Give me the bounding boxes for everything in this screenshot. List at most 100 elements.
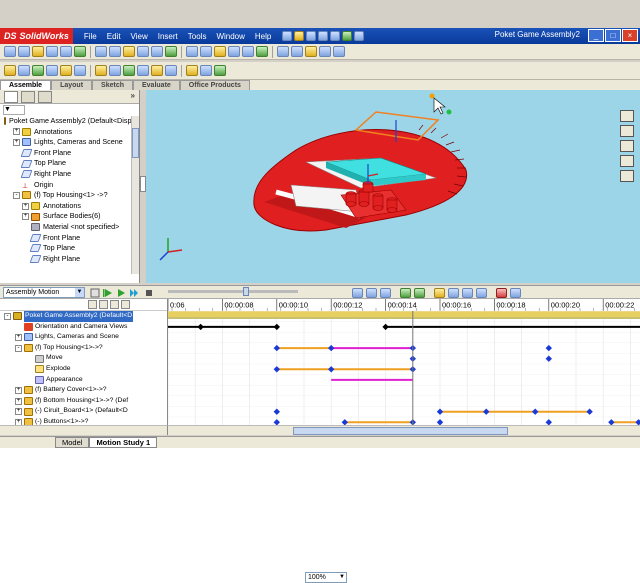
- add-key-icon[interactable]: [414, 288, 425, 298]
- timeline-canvas[interactable]: 0:06 00:00:08 00:00:10 00:00:12 00:00:14 00:0…: [168, 299, 640, 425]
- top-housing-key[interactable]: [273, 344, 280, 352]
- tree-item[interactable]: ⊥ Origin: [0, 180, 139, 191]
- tab-motion-study-1[interactable]: Motion Study 1: [89, 437, 158, 448]
- collapse-icon[interactable]: -: [13, 191, 20, 199]
- open-icon[interactable]: [294, 31, 305, 41]
- expand-icon[interactable]: +: [15, 386, 22, 394]
- tree-horizontal-scrollbar[interactable]: [0, 425, 168, 435]
- circuit-board-key[interactable]: [532, 408, 539, 415]
- timeline-horizontal-scrollbar[interactable]: [168, 425, 640, 435]
- folder-icon[interactable]: [620, 140, 634, 152]
- tree-item[interactable]: Top Plane: [0, 158, 139, 169]
- minimize-button[interactable]: _: [588, 29, 604, 42]
- smart-mates-icon[interactable]: [18, 46, 30, 57]
- component-pattern-icon[interactable]: [60, 46, 72, 57]
- circuit-board-key[interactable]: [483, 408, 490, 415]
- reference-geometry-icon[interactable]: [137, 46, 149, 57]
- section-view-icon[interactable]: [305, 46, 317, 57]
- filter-driving-icon[interactable]: [99, 300, 108, 309]
- calculate-icon[interactable]: [90, 288, 100, 298]
- zoom-in-icon[interactable]: [366, 288, 377, 298]
- play-speed-icon[interactable]: [129, 288, 139, 298]
- tree-item[interactable]: + Annotations: [0, 127, 139, 138]
- top-housing-key[interactable]: [545, 344, 552, 352]
- tree-item[interactable]: Poket Game Assembly2 (Default<Display St…: [0, 116, 139, 127]
- filter-selected-icon[interactable]: [110, 300, 119, 309]
- motor-icon[interactable]: [434, 288, 445, 298]
- tab-assemble[interactable]: Assemble: [0, 80, 52, 90]
- new-icon[interactable]: [282, 31, 293, 41]
- motion-tree-item[interactable]: + Lights, Cameras and Scene: [0, 332, 167, 343]
- configuration-manager-tab-icon[interactable]: [38, 90, 52, 103]
- circuit-board-key[interactable]: [273, 408, 280, 415]
- exploded-view-icon[interactable]: [186, 46, 198, 57]
- timeline-area[interactable]: 0:06 00:00:08 00:00:10 00:00:12 00:00:14 00:0…: [168, 299, 640, 425]
- appearances-icon[interactable]: [620, 170, 634, 182]
- graphics-viewport[interactable]: [146, 90, 640, 283]
- tab-model[interactable]: Model: [55, 437, 90, 448]
- new-motion-study-icon[interactable]: [151, 46, 163, 57]
- smart-fasteners-icon[interactable]: [74, 46, 86, 57]
- mirror-icon[interactable]: [151, 65, 163, 76]
- tree-item[interactable]: Right Plane: [0, 254, 139, 265]
- circuit-board-key[interactable]: [436, 408, 444, 415]
- rebuild-icon[interactable]: [342, 31, 353, 41]
- menu-window[interactable]: Window: [211, 32, 249, 41]
- tree-item[interactable]: + Surface Bodies(6): [0, 211, 139, 222]
- motion-tree-item[interactable]: + (f) Bottom Housing<1>->? (Def: [0, 396, 167, 407]
- tree-item[interactable]: Front Plane: [0, 148, 139, 159]
- rotate-view-icon[interactable]: [333, 46, 345, 57]
- tree-item[interactable]: + Lights, Cameras and Scene: [0, 137, 139, 148]
- motion-tree-item[interactable]: + (-) Buttons<1>->?: [0, 417, 167, 425]
- filter-results-icon[interactable]: [121, 300, 130, 309]
- zoom-to-fit-icon[interactable]: [319, 46, 331, 57]
- menu-help[interactable]: Help: [250, 32, 276, 41]
- expand-icon[interactable]: +: [15, 333, 22, 341]
- playback-slider[interactable]: [168, 287, 298, 296]
- feature-manager-tab-icon[interactable]: [4, 90, 18, 103]
- property-manager-tab-icon[interactable]: [21, 90, 35, 103]
- measure-icon[interactable]: [256, 46, 268, 57]
- sketch-icon[interactable]: [4, 65, 16, 76]
- scroll-thumb[interactable]: [132, 128, 139, 158]
- orientation-key[interactable]: [273, 323, 280, 331]
- tree-item[interactable]: Right Plane: [0, 169, 139, 180]
- menu-file[interactable]: File: [79, 32, 102, 41]
- menu-view[interactable]: View: [126, 32, 153, 41]
- maximize-button[interactable]: □: [605, 29, 621, 42]
- mate-icon[interactable]: [46, 46, 58, 57]
- insert-component-icon[interactable]: [32, 46, 44, 57]
- arc-icon[interactable]: [74, 65, 86, 76]
- smart-dimension-icon[interactable]: [18, 65, 30, 76]
- timeline-scroll-thumb[interactable]: [293, 427, 508, 435]
- point-icon[interactable]: [109, 65, 121, 76]
- results-icon[interactable]: [496, 288, 507, 298]
- chevron-right-icon[interactable]: »: [131, 91, 135, 103]
- rectangle-icon[interactable]: [46, 65, 58, 76]
- study-properties-icon[interactable]: [510, 288, 521, 298]
- tree-item[interactable]: + Annotations: [0, 201, 139, 212]
- expand-icon[interactable]: +: [15, 408, 22, 416]
- expand-icon[interactable]: +: [22, 213, 29, 221]
- hole-alignment-icon[interactable]: [242, 46, 254, 57]
- menu-insert[interactable]: Insert: [153, 32, 183, 41]
- save-icon[interactable]: [306, 31, 317, 41]
- expand-icon[interactable]: +: [15, 397, 22, 405]
- show-hidden-icon[interactable]: [109, 46, 121, 57]
- playback-slider-knob[interactable]: [243, 287, 249, 296]
- top-housing-key[interactable]: [328, 344, 335, 352]
- explode-line-sketch-icon[interactable]: [200, 46, 212, 57]
- filter-dropdown[interactable]: ▼: [3, 105, 25, 115]
- circuit-board-key[interactable]: [586, 408, 593, 415]
- print-icon[interactable]: [318, 31, 329, 41]
- quick-snaps-icon[interactable]: [214, 65, 226, 76]
- options-icon[interactable]: [354, 31, 365, 41]
- mass-properties-icon[interactable]: [277, 46, 289, 57]
- undo-icon[interactable]: [330, 31, 341, 41]
- view-palette-icon[interactable]: [620, 155, 634, 167]
- motion-tree-item[interactable]: - Poket Game Assembly2 (Default<D: [0, 311, 167, 322]
- explode-key[interactable]: [328, 366, 335, 373]
- feature-tree-scrollbar[interactable]: [131, 116, 139, 274]
- orientation-key[interactable]: [197, 323, 204, 331]
- bill-of-materials-icon[interactable]: [165, 46, 177, 57]
